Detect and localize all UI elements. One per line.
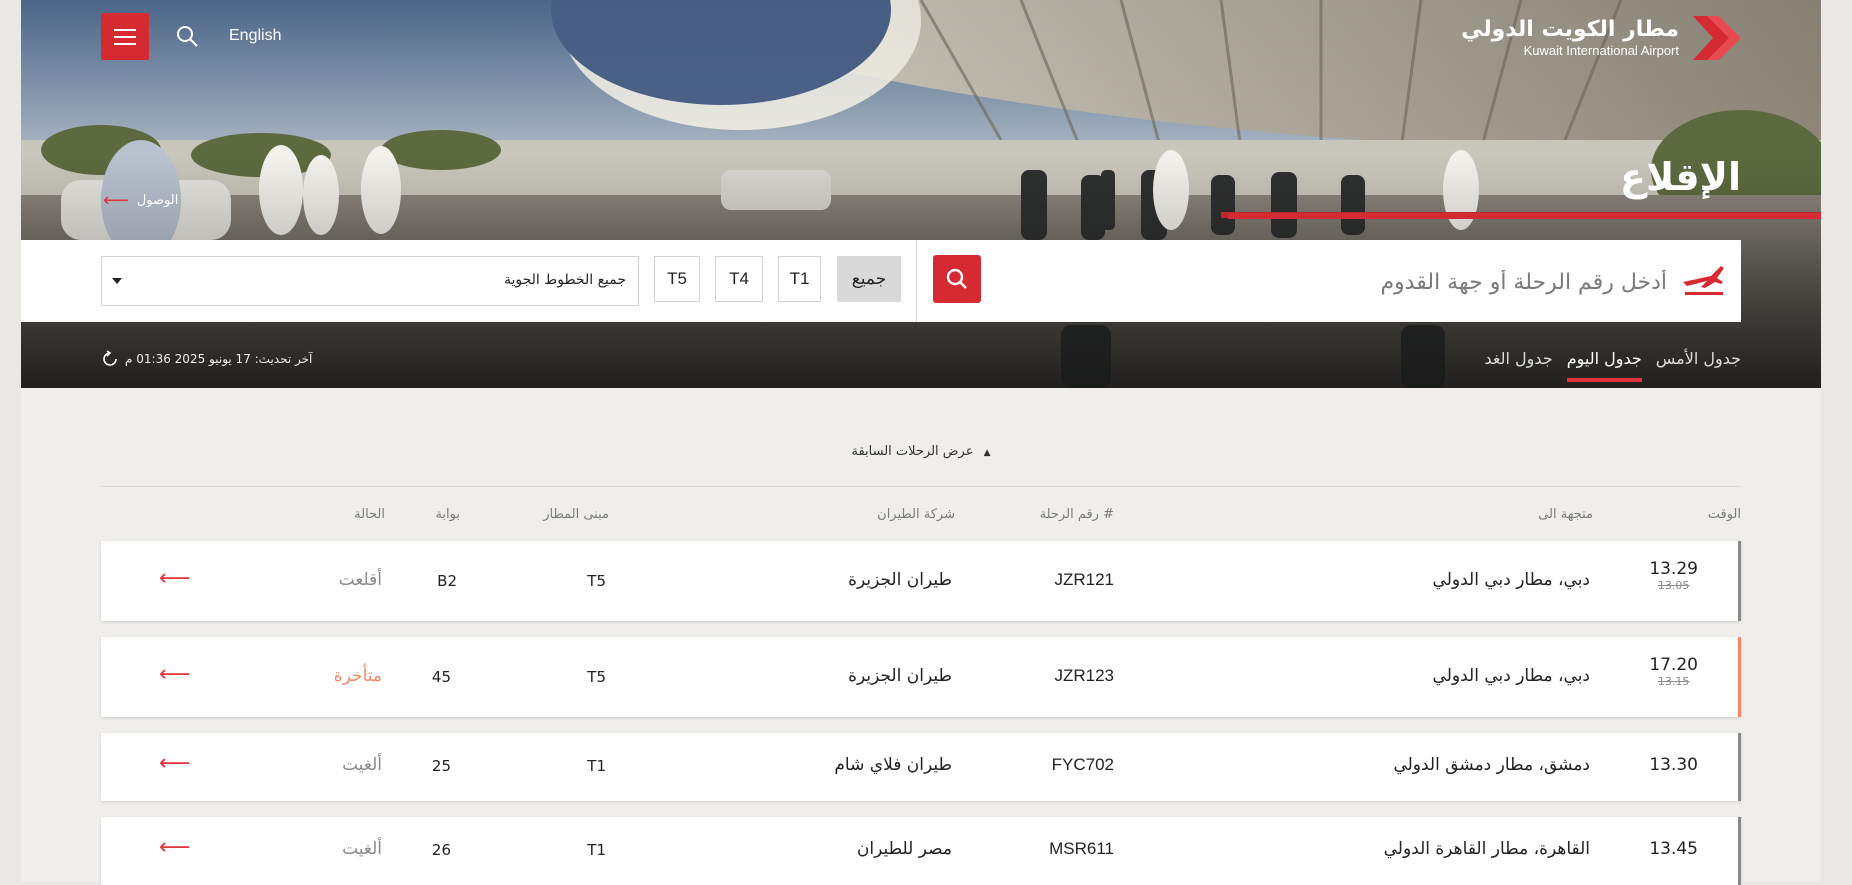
arrow-left-icon[interactable]: ⟵ [159,835,191,860]
page-title: الإقلاع [1619,155,1741,199]
scheduled-time: 17.20 [1649,655,1698,675]
tab-yesterday[interactable]: جدول الأمس [1656,349,1741,382]
flight-row[interactable]: 13.30 دمشق، مطار دمشق الدولي FYC702 طيرا… [101,733,1741,801]
terminal: T1 [587,757,606,775]
column-status: الحالة [354,507,385,522]
gate: B2 [437,572,457,590]
original-time: 13.15 [1657,675,1690,688]
flight-number: FYC702 [1051,755,1114,774]
terminal-t4-button[interactable]: T4 [715,256,763,302]
arrow-left-icon[interactable]: ⟵ [159,566,191,591]
airport-logo[interactable]: مطار الكويت الدولي Kuwait International … [1461,14,1741,62]
show-previous-flights[interactable]: عرض الرحلات السابقة ▲ [21,444,1821,459]
terminal: T1 [587,841,606,859]
flight-row[interactable]: 13.45 القاهرة، مطار القاهرة الدولي MSR61… [101,817,1741,885]
destination: دمشق، مطار دمشق الدولي [1393,755,1590,775]
flight-number: MSR611 [1049,839,1114,858]
page: English مطار الكويت الدولي Kuwait Intern… [21,0,1821,885]
airline-select[interactable]: جميع الخطوط الجوية [101,256,639,306]
terminal-t5-button[interactable]: T5 [654,256,700,302]
status-badge: ألغيت [342,755,382,775]
column-airline: شركة الطيران [877,507,955,522]
destination: القاهرة، مطار القاهرة الدولي [1383,839,1590,859]
status-badge: ألغيت [342,839,382,859]
arrow-left-icon: ⟵ [103,190,129,211]
column-terminal: مبنى المطار [543,507,609,522]
status-badge: أقلعت [338,570,382,590]
airline: مصر للطيران [856,839,952,859]
tab-today[interactable]: جدول اليوم [1566,349,1642,382]
destination: دبي، مطار دبي الدولي [1432,666,1590,686]
arrivals-label: الوصول [136,193,179,208]
search-icon [946,268,967,289]
last-update-text: آخر تحديث: 17 يونيو 2025 01:36 م [125,352,313,366]
scheduled-time: 13.29 [1649,559,1698,579]
airline: طيران فلاي شام [834,755,952,775]
airline-select-value: جميع الخطوط الجوية [503,272,626,288]
menu-icon-bar [114,42,136,45]
flight-number: JZR123 [1054,666,1114,685]
column-gate: بوابة [435,507,460,522]
tab-tomorrow[interactable]: جدول الغد [1485,349,1553,382]
menu-button[interactable] [101,13,149,60]
last-update: آخر تحديث: 17 يونيو 2025 01:36 م [101,350,312,368]
menu-icon-bar [114,28,136,31]
caret-down-icon [112,278,122,284]
logo-arabic: مطار الكويت الدولي [1461,17,1679,42]
divider [101,486,1741,487]
destination: دبي، مطار دبي الدولي [1432,570,1590,590]
flight-search-input[interactable] [1185,258,1669,306]
scheduled-time: 13.30 [1649,755,1698,775]
time-cell: 13.30 [1649,755,1698,775]
gate: 25 [431,757,451,775]
previous-flights-label: عرض الرحلات السابقة [851,444,974,459]
time-cell: 13.29 13.05 [1649,559,1698,592]
status-badge: متأخرة [333,666,382,686]
search-bar: جميع T1 T4 T5 جميع الخطوط الجوية [21,240,1741,322]
column-time: الوقت [1707,507,1741,522]
hero-banner: English مطار الكويت الدولي Kuwait Intern… [21,0,1821,388]
airline: طيران الجزيرة [848,570,952,590]
refresh-icon[interactable] [101,350,119,368]
gate: 26 [431,841,451,859]
arrow-left-icon[interactable]: ⟵ [159,751,191,776]
column-destination: متجهة الى [1538,507,1593,522]
arrivals-link[interactable]: ⟵ الوصول [103,190,178,211]
airline: طيران الجزيرة [848,666,952,686]
gate: 45 [431,668,451,686]
title-underline [1228,213,1821,219]
plane-icon [1683,266,1724,295]
terminal-t1-button[interactable]: T1 [778,256,821,302]
language-switch[interactable]: English [229,27,281,45]
arrow-left-icon[interactable]: ⟵ [159,662,191,687]
search-divider [916,240,917,322]
schedule-tabs: جدول الأمس جدول اليوم جدول الغد [1485,349,1741,382]
menu-icon-bar [114,35,136,38]
chevron-up-icon: ▲ [983,448,991,458]
terminal: T5 [587,668,606,686]
terminal-all-button[interactable]: جميع [837,256,901,302]
time-cell: 13.45 [1649,839,1698,859]
search-submit-button[interactable] [933,255,981,303]
terminal: T5 [587,572,606,590]
logo-english: Kuwait International Airport [1523,43,1679,58]
column-flight-no: رقم الرحلة # [1039,507,1114,522]
flight-number: JZR121 [1054,570,1114,589]
search-icon[interactable] [175,24,199,48]
flight-row[interactable]: 17.20 13.15 دبي، مطار دبي الدولي JZR123 … [101,637,1741,717]
scheduled-time: 13.45 [1649,839,1698,859]
chevron-logo-icon [1693,16,1741,60]
flight-row[interactable]: 13.29 13.05 دبي، مطار دبي الدولي JZR121 … [101,541,1741,621]
original-time: 13.05 [1657,579,1690,592]
time-cell: 17.20 13.15 [1649,655,1698,688]
